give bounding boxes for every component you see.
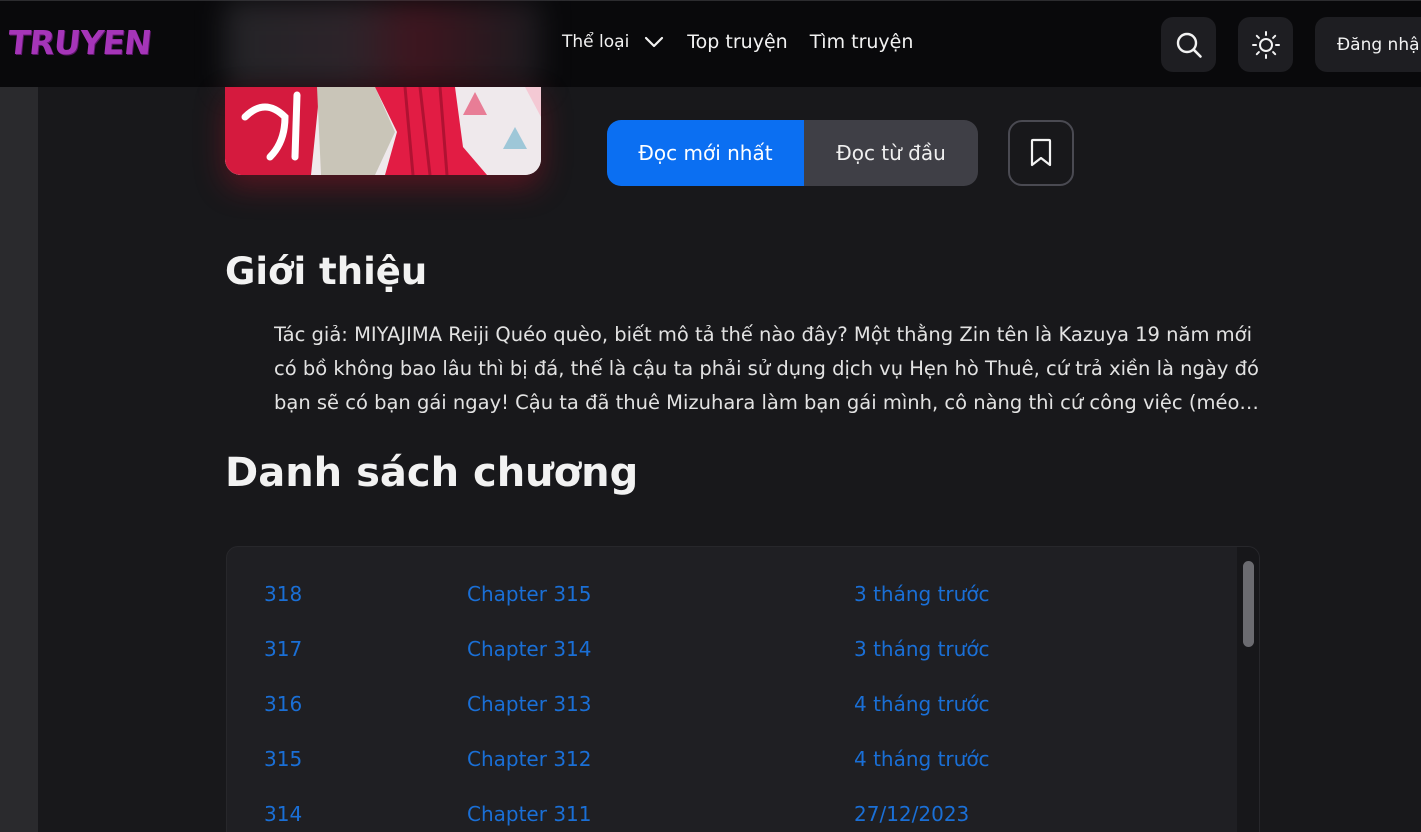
chapter-number[interactable]: 316 — [264, 692, 302, 716]
cover-image — [225, 87, 541, 175]
site-logo[interactable]: TRUYEN — [6, 23, 153, 62]
chapter-time[interactable]: 27/12/2023 — [854, 802, 969, 826]
chapter-number[interactable]: 317 — [264, 637, 302, 661]
nav-find-stories[interactable]: Tìm truyện — [810, 31, 914, 53]
read-latest-button[interactable]: Đọc mới nhất — [607, 120, 804, 186]
chapter-name[interactable]: Chapter 312 — [467, 747, 592, 771]
chapter-list-heading: Danh sách chương — [225, 450, 639, 496]
chapter-time[interactable]: 3 tháng trước — [854, 582, 990, 606]
search-icon — [1176, 32, 1202, 58]
intro-heading: Giới thiệu — [225, 250, 428, 293]
nav-top-stories[interactable]: Top truyện — [687, 31, 787, 53]
bookmark-button[interactable] — [1008, 120, 1074, 186]
chapter-row[interactable]: 315 Chapter 312 4 tháng trước — [227, 726, 1239, 781]
sun-icon — [1251, 30, 1280, 59]
chapter-time[interactable]: 4 tháng trước — [854, 747, 990, 771]
cover-artwork — [225, 87, 541, 175]
chapter-number[interactable]: 315 — [264, 747, 302, 771]
chapter-row[interactable]: 314 Chapter 311 27/12/2023 — [227, 781, 1239, 832]
bookmark-icon — [1030, 138, 1052, 167]
chapter-row[interactable]: 317 Chapter 314 3 tháng trước — [227, 616, 1239, 671]
chapter-time[interactable]: 4 tháng trước — [854, 692, 990, 716]
chapter-name[interactable]: Chapter 313 — [467, 692, 592, 716]
intro-description: Tác giả: MIYAJIMA Reiji Quéo quèo, biết … — [274, 323, 1259, 414]
chapter-number[interactable]: 314 — [264, 802, 302, 826]
page: TRUYEN Thể loại Top truyện Tìm truyện Đă… — [0, 0, 1421, 832]
chapter-name[interactable]: Chapter 315 — [467, 582, 592, 606]
chapter-name[interactable]: Chapter 311 — [467, 802, 592, 826]
chevron-down-icon — [645, 36, 664, 48]
read-button-group: Đọc mới nhất Đọc từ đầu — [607, 120, 978, 186]
chapter-row[interactable]: 318 Chapter 315 3 tháng trước — [227, 561, 1239, 616]
chapter-list: 318 Chapter 315 3 tháng trước 317 Chapte… — [226, 546, 1260, 832]
scrollbar-thumb[interactable] — [1243, 561, 1254, 647]
main-nav: Thể loại Top truyện Tìm truyện — [562, 31, 935, 53]
nav-genre[interactable]: Thể loại — [562, 32, 665, 52]
read-first-button[interactable]: Đọc từ đầu — [804, 120, 978, 186]
cover-image-top — [225, 1, 541, 88]
chapter-list-scrollbar[interactable] — [1237, 547, 1259, 832]
chapter-row[interactable]: 316 Chapter 313 4 tháng trước — [227, 671, 1239, 726]
chapter-number[interactable]: 318 — [264, 582, 302, 606]
theme-toggle-button[interactable] — [1238, 17, 1293, 72]
chapter-name[interactable]: Chapter 314 — [467, 637, 592, 661]
search-button[interactable] — [1161, 17, 1216, 72]
login-button[interactable]: Đăng nhập — [1315, 17, 1421, 72]
nav-genre-label: Thể loại — [562, 32, 630, 52]
left-gutter — [0, 0, 38, 832]
top-header: TRUYEN Thể loại Top truyện Tìm truyện Đă… — [0, 0, 1421, 88]
chapter-time[interactable]: 3 tháng trước — [854, 637, 990, 661]
